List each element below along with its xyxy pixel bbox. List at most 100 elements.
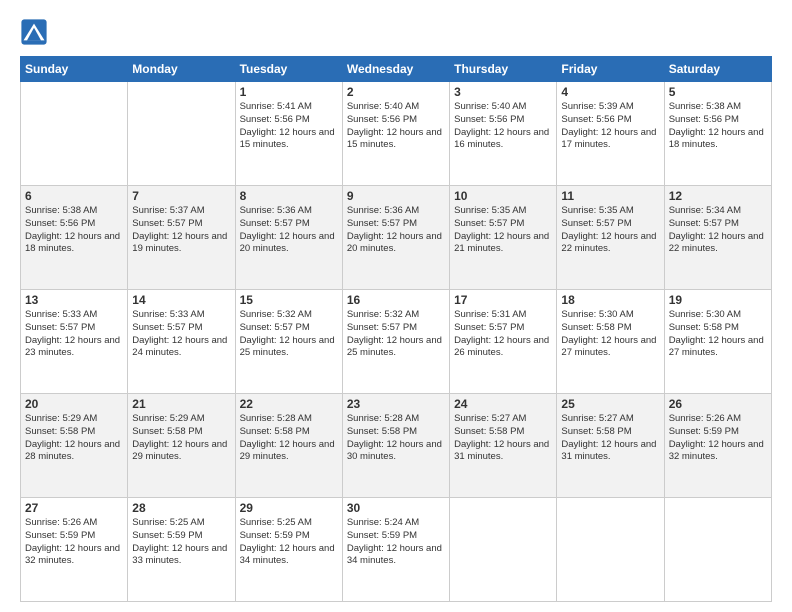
day-number: 16 (347, 293, 445, 307)
calendar-cell: 28 Sunrise: 5:25 AM Sunset: 5:59 PM Dayli… (128, 498, 235, 602)
day-header-thursday: Thursday (450, 57, 557, 82)
day-number: 8 (240, 189, 338, 203)
calendar-cell: 1 Sunrise: 5:41 AM Sunset: 5:56 PM Daylig… (235, 82, 342, 186)
day-header-monday: Monday (128, 57, 235, 82)
calendar-cell: 9 Sunrise: 5:36 AM Sunset: 5:57 PM Daylig… (342, 186, 449, 290)
day-number: 25 (561, 397, 659, 411)
logo-icon (20, 18, 48, 46)
calendar-cell: 8Sunrise: 5:36 AM Sunset: 5:57 PM Daylig… (235, 186, 342, 290)
day-number: 26 (669, 397, 767, 411)
day-info: Sunrise: 5:24 AM Sunset: 5:59 PM Dayligh… (347, 517, 445, 568)
day-number: 22 (240, 397, 338, 411)
day-info: Sunrise: 5:28 AM Sunset: 5:58 PM Dayligh… (240, 413, 338, 464)
calendar-cell (128, 82, 235, 186)
calendar-cell: 30 Sunrise: 5:24 AM Sunset: 5:59 PM Dayli… (342, 498, 449, 602)
day-info: Sunrise: 5:30 AM Sunset: 5:58 PM Dayligh… (561, 309, 659, 360)
page: SundayMondayTuesdayWednesdayThursdayFrid… (0, 0, 792, 612)
calendar-cell: 13Sunrise: 5:33 AM Sunset: 5:57 PM Dayli… (21, 290, 128, 394)
day-info: Sunrise: 5:32 AM Sunset: 5:57 PM Dayligh… (347, 309, 445, 360)
day-info: Sunrise: 5:31 AM Sunset: 5:57 PM Dayligh… (454, 309, 552, 360)
calendar-cell: 3 Sunrise: 5:40 AM Sunset: 5:56 PM Daylig… (450, 82, 557, 186)
day-info: Sunrise: 5:35 AM Sunset: 5:57 PM Dayligh… (561, 205, 659, 256)
day-number: 7 (132, 189, 230, 203)
day-info: Sunrise: 5:39 AM Sunset: 5:56 PM Dayligh… (561, 101, 659, 152)
day-number: 21 (132, 397, 230, 411)
day-info: Sunrise: 5:25 AM Sunset: 5:59 PM Dayligh… (240, 517, 338, 568)
calendar-cell: 12Sunrise: 5:34 AM Sunset: 5:57 PM Dayli… (664, 186, 771, 290)
days-header-row: SundayMondayTuesdayWednesdayThursdayFrid… (21, 57, 772, 82)
calendar-week-3: 13Sunrise: 5:33 AM Sunset: 5:57 PM Dayli… (21, 290, 772, 394)
day-info: Sunrise: 5:37 AM Sunset: 5:57 PM Dayligh… (132, 205, 230, 256)
calendar-cell: 14 Sunrise: 5:33 AM Sunset: 5:57 PM Dayli… (128, 290, 235, 394)
calendar-cell: 4 Sunrise: 5:39 AM Sunset: 5:56 PM Daylig… (557, 82, 664, 186)
day-info: Sunrise: 5:29 AM Sunset: 5:58 PM Dayligh… (132, 413, 230, 464)
day-number: 6 (25, 189, 123, 203)
calendar-cell (21, 82, 128, 186)
day-info: Sunrise: 5:29 AM Sunset: 5:58 PM Dayligh… (25, 413, 123, 464)
day-number: 10 (454, 189, 552, 203)
calendar-cell: 16 Sunrise: 5:32 AM Sunset: 5:57 PM Dayli… (342, 290, 449, 394)
day-number: 4 (561, 85, 659, 99)
day-number: 29 (240, 501, 338, 515)
day-info: Sunrise: 5:33 AM Sunset: 5:57 PM Dayligh… (132, 309, 230, 360)
day-info: Sunrise: 5:38 AM Sunset: 5:56 PM Dayligh… (25, 205, 123, 256)
day-info: Sunrise: 5:28 AM Sunset: 5:58 PM Dayligh… (347, 413, 445, 464)
day-info: Sunrise: 5:40 AM Sunset: 5:56 PM Dayligh… (347, 101, 445, 152)
day-number: 28 (132, 501, 230, 515)
day-number: 2 (347, 85, 445, 99)
day-header-tuesday: Tuesday (235, 57, 342, 82)
day-number: 12 (669, 189, 767, 203)
calendar-cell: 11 Sunrise: 5:35 AM Sunset: 5:57 PM Dayli… (557, 186, 664, 290)
calendar-table: SundayMondayTuesdayWednesdayThursdayFrid… (20, 56, 772, 602)
day-info: Sunrise: 5:35 AM Sunset: 5:57 PM Dayligh… (454, 205, 552, 256)
calendar-cell: 25 Sunrise: 5:27 AM Sunset: 5:58 PM Dayli… (557, 394, 664, 498)
calendar-cell: 23 Sunrise: 5:28 AM Sunset: 5:58 PM Dayli… (342, 394, 449, 498)
calendar-cell: 10 Sunrise: 5:35 AM Sunset: 5:57 PM Dayli… (450, 186, 557, 290)
calendar-cell (450, 498, 557, 602)
day-number: 3 (454, 85, 552, 99)
day-number: 14 (132, 293, 230, 307)
calendar-body: 1 Sunrise: 5:41 AM Sunset: 5:56 PM Daylig… (21, 82, 772, 602)
day-header-saturday: Saturday (664, 57, 771, 82)
calendar-cell: 7 Sunrise: 5:37 AM Sunset: 5:57 PM Daylig… (128, 186, 235, 290)
calendar-week-5: 27 Sunrise: 5:26 AM Sunset: 5:59 PM Dayli… (21, 498, 772, 602)
day-number: 23 (347, 397, 445, 411)
day-info: Sunrise: 5:38 AM Sunset: 5:56 PM Dayligh… (669, 101, 767, 152)
day-info: Sunrise: 5:30 AM Sunset: 5:58 PM Dayligh… (669, 309, 767, 360)
calendar-cell: 27 Sunrise: 5:26 AM Sunset: 5:59 PM Dayli… (21, 498, 128, 602)
day-info: Sunrise: 5:32 AM Sunset: 5:57 PM Dayligh… (240, 309, 338, 360)
calendar-week-1: 1 Sunrise: 5:41 AM Sunset: 5:56 PM Daylig… (21, 82, 772, 186)
day-info: Sunrise: 5:40 AM Sunset: 5:56 PM Dayligh… (454, 101, 552, 152)
calendar-cell: 15Sunrise: 5:32 AM Sunset: 5:57 PM Dayli… (235, 290, 342, 394)
day-number: 9 (347, 189, 445, 203)
day-info: Sunrise: 5:27 AM Sunset: 5:58 PM Dayligh… (454, 413, 552, 464)
day-number: 19 (669, 293, 767, 307)
day-info: Sunrise: 5:25 AM Sunset: 5:59 PM Dayligh… (132, 517, 230, 568)
day-info: Sunrise: 5:41 AM Sunset: 5:56 PM Dayligh… (240, 101, 338, 152)
calendar-cell: 22 Sunrise: 5:28 AM Sunset: 5:58 PM Dayli… (235, 394, 342, 498)
day-info: Sunrise: 5:36 AM Sunset: 5:57 PM Dayligh… (347, 205, 445, 256)
calendar-cell: 24 Sunrise: 5:27 AM Sunset: 5:58 PM Dayli… (450, 394, 557, 498)
day-number: 11 (561, 189, 659, 203)
calendar-cell: 17Sunrise: 5:31 AM Sunset: 5:57 PM Dayli… (450, 290, 557, 394)
day-info: Sunrise: 5:33 AM Sunset: 5:57 PM Dayligh… (25, 309, 123, 360)
day-number: 24 (454, 397, 552, 411)
day-number: 30 (347, 501, 445, 515)
calendar-cell (664, 498, 771, 602)
calendar-cell: 5Sunrise: 5:38 AM Sunset: 5:56 PM Daylig… (664, 82, 771, 186)
calendar-cell: 21 Sunrise: 5:29 AM Sunset: 5:58 PM Dayli… (128, 394, 235, 498)
calendar-cell: 26 Sunrise: 5:26 AM Sunset: 5:59 PM Dayli… (664, 394, 771, 498)
header (20, 18, 772, 46)
day-number: 27 (25, 501, 123, 515)
calendar-cell: 2 Sunrise: 5:40 AM Sunset: 5:56 PM Daylig… (342, 82, 449, 186)
calendar-cell (557, 498, 664, 602)
calendar-week-4: 20 Sunrise: 5:29 AM Sunset: 5:58 PM Dayli… (21, 394, 772, 498)
day-info: Sunrise: 5:27 AM Sunset: 5:58 PM Dayligh… (561, 413, 659, 464)
day-number: 20 (25, 397, 123, 411)
day-info: Sunrise: 5:26 AM Sunset: 5:59 PM Dayligh… (669, 413, 767, 464)
day-number: 1 (240, 85, 338, 99)
day-header-sunday: Sunday (21, 57, 128, 82)
calendar-cell: 18Sunrise: 5:30 AM Sunset: 5:58 PM Dayli… (557, 290, 664, 394)
day-info: Sunrise: 5:26 AM Sunset: 5:59 PM Dayligh… (25, 517, 123, 568)
calendar-cell: 6 Sunrise: 5:38 AM Sunset: 5:56 PM Daylig… (21, 186, 128, 290)
